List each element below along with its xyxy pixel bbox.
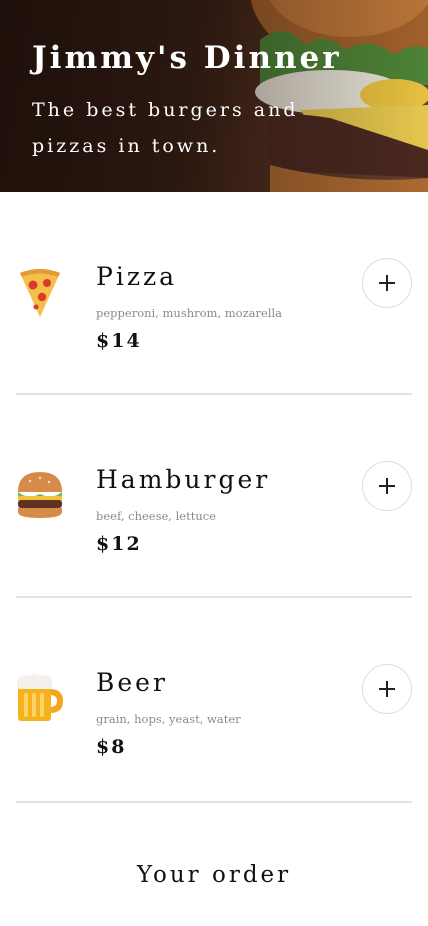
item-ingredients: grain, hops, yeast, water bbox=[96, 712, 241, 726]
add-pizza-button[interactable] bbox=[362, 258, 412, 308]
order-section-title: Your order bbox=[136, 862, 292, 888]
restaurant-name: Jimmy's Dinner bbox=[32, 40, 342, 76]
menu-item-beer: Beer grain, hops, yeast, water $8 bbox=[16, 598, 412, 803]
hero-banner: Jimmy's Dinner The best burgers and pizz… bbox=[0, 0, 428, 192]
item-price: $12 bbox=[96, 533, 142, 555]
plus-icon bbox=[379, 478, 395, 494]
plus-icon bbox=[379, 275, 395, 291]
add-beer-button[interactable] bbox=[362, 664, 412, 714]
hamburger-icon bbox=[18, 472, 62, 518]
beer-icon bbox=[17, 674, 63, 721]
item-price: $8 bbox=[96, 736, 127, 758]
menu-list: Pizza pepperoni, mushrom, mozarella $14 bbox=[16, 192, 412, 803]
add-hamburger-button[interactable] bbox=[362, 461, 412, 511]
item-name: Beer bbox=[96, 668, 168, 697]
restaurant-tagline: The best burgers and pizzas in town. bbox=[32, 99, 299, 157]
item-name: Pizza bbox=[96, 262, 178, 291]
menu-page: Jimmy's Dinner The best burgers and pizz… bbox=[0, 0, 428, 926]
pizza-icon bbox=[20, 269, 60, 317]
menu-item-pizza: Pizza pepperoni, mushrom, mozarella $14 bbox=[16, 192, 412, 395]
menu-item-hamburger: Hamburger beef, cheese, lettuce $12 bbox=[16, 395, 412, 598]
item-ingredients: beef, cheese, lettuce bbox=[96, 509, 216, 523]
item-name: Hamburger bbox=[96, 465, 271, 494]
plus-icon bbox=[379, 681, 395, 697]
item-ingredients: pepperoni, mushrom, mozarella bbox=[96, 306, 283, 320]
item-price: $14 bbox=[96, 330, 142, 352]
